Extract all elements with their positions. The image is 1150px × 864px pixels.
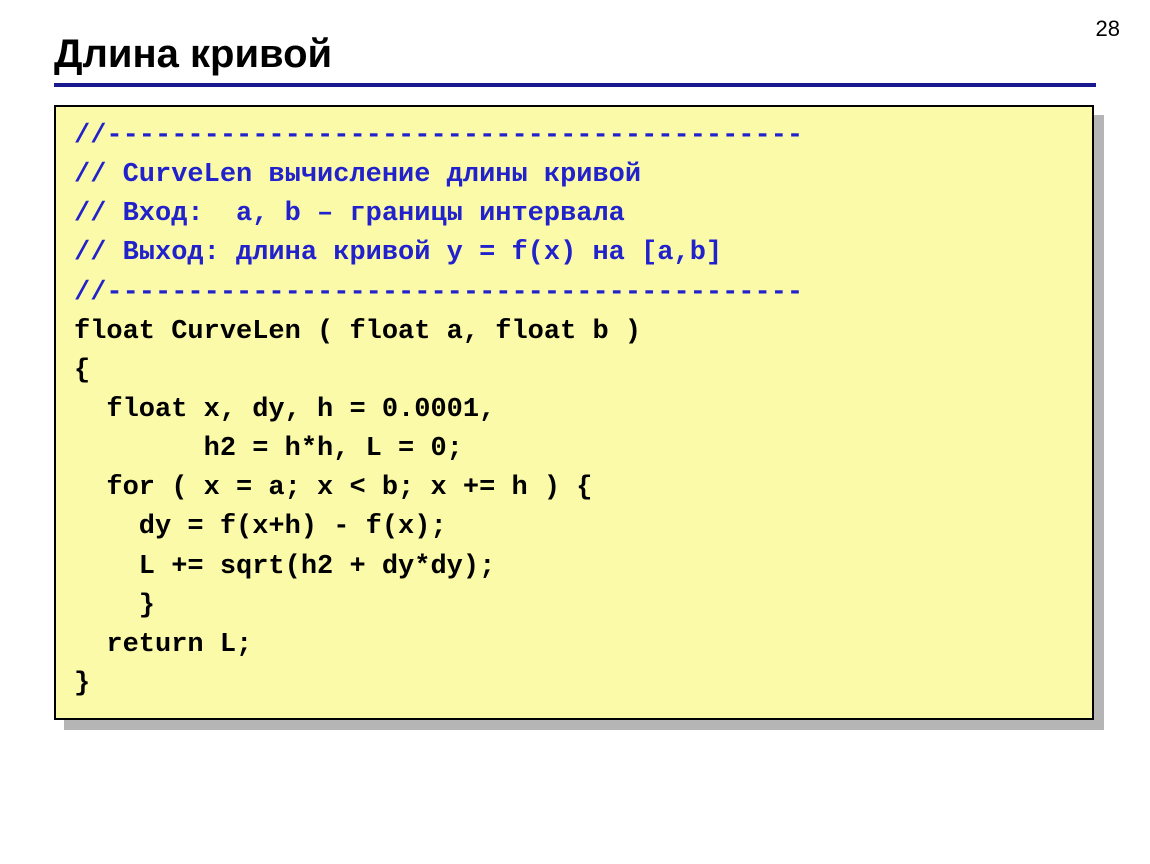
code-line-6: float CurveLen ( float a, float b ) xyxy=(74,317,641,347)
code-line-7: { xyxy=(74,356,90,386)
code-line-4: // Выход: длина кривой y = f(x) на [a,b] xyxy=(74,238,722,268)
code-line-14: return L; xyxy=(74,630,252,660)
code-line-8: float x, dy, h = 0.0001, xyxy=(74,395,495,425)
code-line-12: L += sqrt(h2 + dy*dy); xyxy=(74,552,495,582)
code-line-15: } xyxy=(74,669,90,699)
code-line-10: for ( x = a; x < b; x += h ) { xyxy=(74,473,592,503)
code-line-2: // CurveLen вычисление длины кривой xyxy=(74,160,641,190)
code-line-11: dy = f(x+h) - f(x); xyxy=(74,512,447,542)
slide-page: 28 Длина кривой //----------------------… xyxy=(0,0,1150,864)
code-pre: //--------------------------------------… xyxy=(74,117,1074,704)
code-block-box: //--------------------------------------… xyxy=(54,105,1094,720)
code-line-9: h2 = h*h, L = 0; xyxy=(74,434,463,464)
title-rule xyxy=(54,83,1096,87)
code-line-3: // Вход: a, b – границы интервала xyxy=(74,199,625,229)
slide-title: Длина кривой xyxy=(54,32,1096,77)
code-line-1: //--------------------------------------… xyxy=(74,121,803,151)
page-number: 28 xyxy=(1096,16,1120,42)
code-line-5: //--------------------------------------… xyxy=(74,278,803,308)
code-line-13: } xyxy=(74,591,155,621)
code-block: //--------------------------------------… xyxy=(54,105,1094,720)
